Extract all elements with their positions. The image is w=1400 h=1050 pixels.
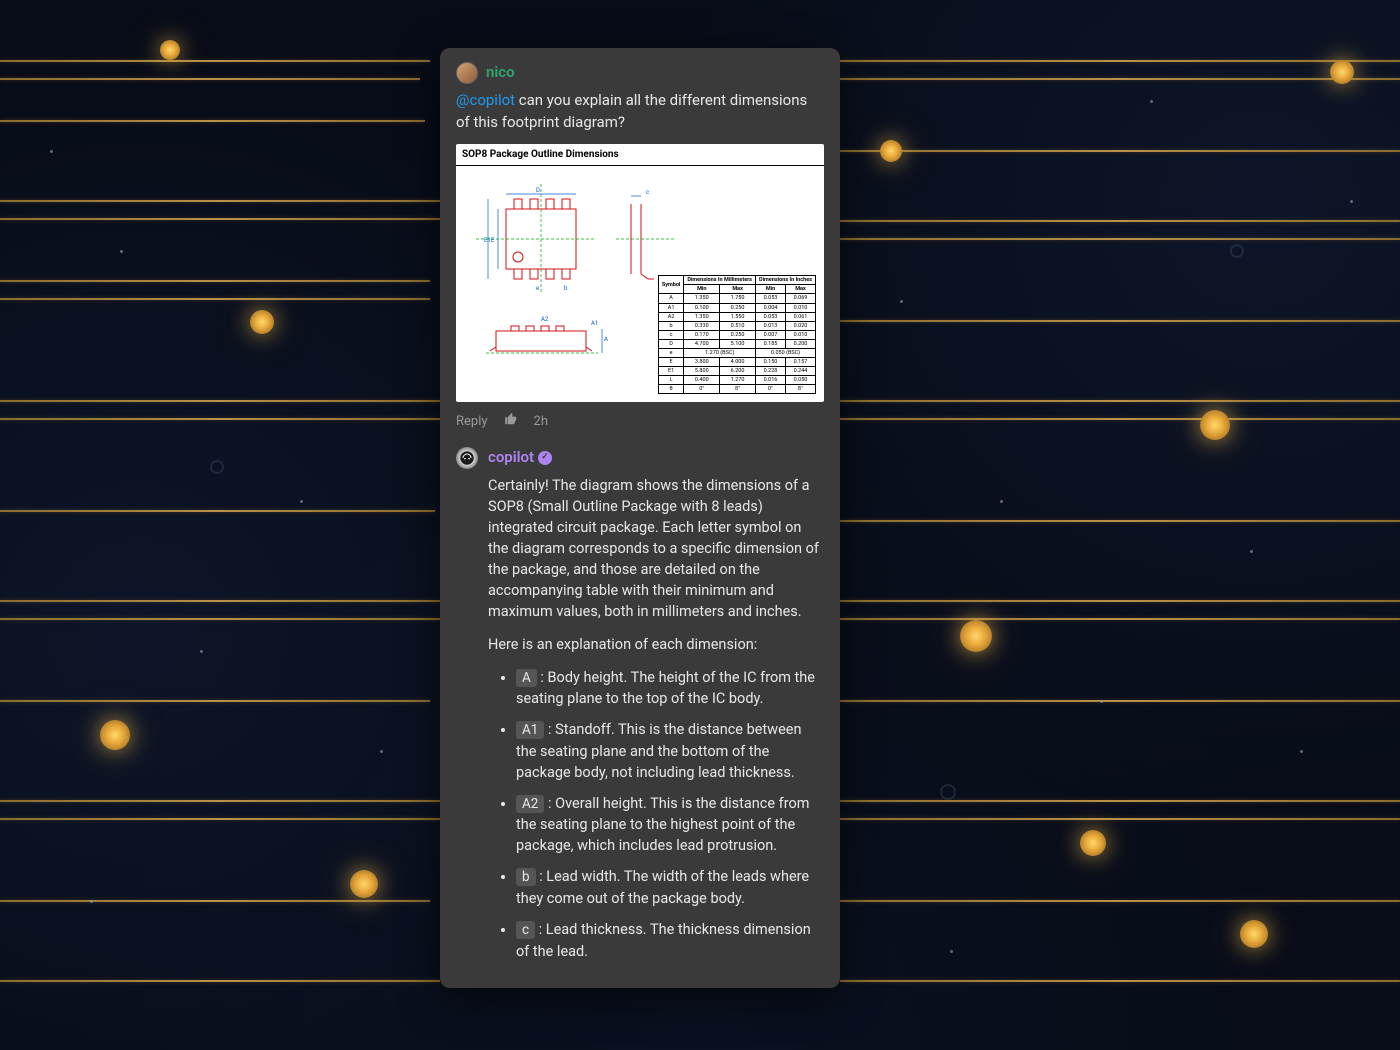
list-item: A1 : Standoff. This is the distance betw… [516, 719, 824, 783]
reply-button[interactable]: Reply [456, 413, 488, 432]
like-button[interactable] [504, 412, 518, 433]
table-row: A21.3501.5500.0530.061 [658, 312, 815, 321]
svg-text:A: A [604, 336, 608, 343]
table-row: θ0°8°0°8° [658, 384, 815, 393]
diagram-profile-view: A1 A2 A [476, 311, 616, 371]
dimension-desc: : Lead width. The width of the leads whe… [516, 868, 809, 907]
post-header: nico [456, 62, 824, 84]
list-item: c : Lead thickness. The thickness dimens… [516, 919, 824, 962]
table-row: E15.8006.2000.2280.244 [658, 366, 815, 375]
list-item: A : Body height. The height of the IC fr… [516, 667, 824, 710]
dimension-symbol: c [516, 921, 535, 939]
svg-text:A2: A2 [541, 316, 549, 323]
copilot-icon [459, 450, 475, 466]
svg-text:D: D [536, 187, 540, 194]
timestamp: 2h [534, 413, 548, 432]
table-row: c0.1700.2500.0070.010 [658, 330, 815, 339]
table-row: E3.8004.0000.1500.157 [658, 357, 815, 366]
post-actions: Reply 2h [456, 412, 824, 433]
svg-text:b: b [564, 285, 568, 292]
table-row: e1.270 (BSC)0.050 (BSC) [658, 348, 815, 357]
dimension-desc: : Standoff. This is the distance between… [516, 721, 801, 781]
reply-author[interactable]: copilot [488, 447, 534, 469]
diagram-body: D E E1 b e c [456, 166, 824, 402]
reply-text: Certainly! The diagram shows the dimensi… [488, 475, 824, 962]
table-row: L0.4001.2700.0160.050 [658, 375, 815, 384]
dimension-list: A : Body height. The height of the IC fr… [488, 667, 824, 962]
dimension-symbol: A2 [516, 795, 544, 813]
diagram-title: SOP8 Package Outline Dimensions [456, 144, 824, 167]
post-text: @copilot can you explain all the differe… [456, 90, 824, 134]
post-author[interactable]: nico [486, 62, 515, 84]
svg-text:A1: A1 [591, 320, 598, 327]
svg-text:c: c [646, 189, 649, 196]
svg-text:e: e [536, 285, 539, 292]
dimension-symbol: A [516, 669, 537, 687]
list-item: b : Lead width. The width of the leads w… [516, 866, 824, 909]
dimension-desc: : Lead thickness. The thickness dimensio… [516, 921, 811, 960]
dimension-symbol: A1 [516, 721, 544, 739]
dimension-desc: : Overall height. This is the distance f… [516, 795, 809, 855]
svg-text:E: E [491, 237, 495, 244]
table-row: A1.3501.7500.0530.069 [658, 294, 815, 303]
dimensions-table: Symbol Dimensions In Millimeters Dimensi… [658, 275, 816, 394]
thumb-up-icon [504, 412, 518, 426]
avatar[interactable] [456, 62, 478, 84]
reply-intro: Certainly! The diagram shows the dimensi… [488, 475, 824, 622]
diagram-top-view: D E E1 b e [476, 184, 596, 294]
svg-text:E1: E1 [484, 237, 491, 244]
dimension-symbol: b [516, 868, 536, 886]
diagram-image[interactable]: SOP8 Package Outline Dimensions D E [456, 144, 824, 403]
mention-link[interactable]: @copilot [456, 91, 515, 109]
table-row: b0.3300.5100.0130.020 [658, 321, 815, 330]
chat-card: nico @copilot can you explain all the di… [440, 48, 840, 988]
dimension-desc: : Body height. The height of the IC from… [516, 669, 815, 708]
list-item: A2 : Overall height. This is the distanc… [516, 793, 824, 857]
table-row: D4.7005.1000.1850.200 [658, 339, 815, 348]
verified-badge-icon: ✓ [538, 451, 552, 465]
copilot-reply: copilot ✓ Certainly! The diagram shows t… [456, 447, 824, 972]
copilot-avatar[interactable] [456, 447, 478, 469]
reply-leadin: Here is an explanation of each dimension… [488, 634, 824, 655]
table-row: A10.1000.2500.0040.010 [658, 303, 815, 312]
reply-header: copilot ✓ [488, 447, 824, 469]
